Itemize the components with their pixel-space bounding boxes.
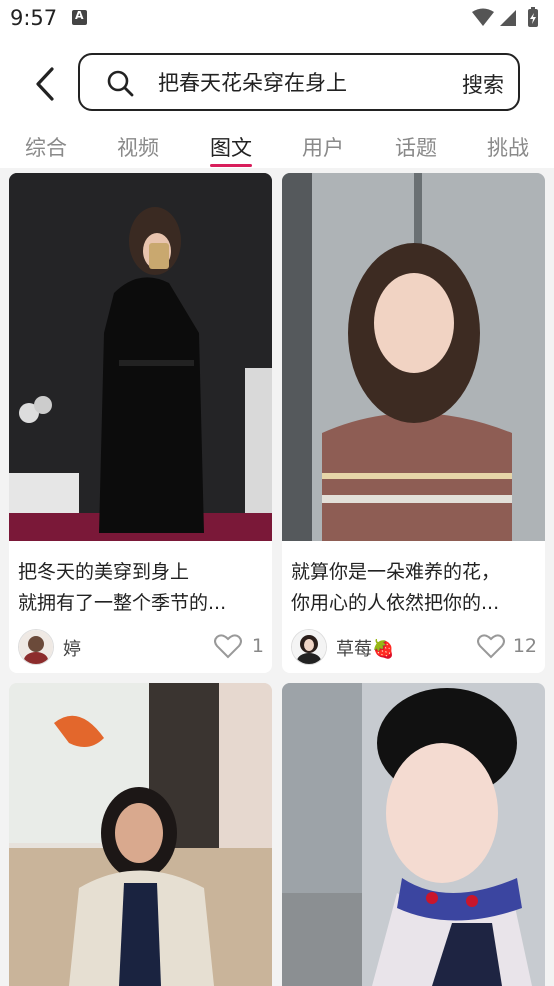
post-image <box>9 173 272 541</box>
author-avatar[interactable] <box>18 629 54 665</box>
post-card[interactable] <box>9 683 272 986</box>
like-button[interactable]: 1 <box>204 633 264 659</box>
search-button[interactable]: 搜索 <box>462 69 504 99</box>
category-tabs: 综合 视频 图文 用户 话题 挑战 <box>0 126 554 167</box>
post-caption: 就算你是一朵难养的花， 你用心的人依然把你的... <box>291 557 536 619</box>
like-button[interactable]: 12 <box>477 633 537 659</box>
caption-line: 你用心的人依然把你的... <box>291 592 500 614</box>
tab-users[interactable]: 用户 <box>288 132 358 162</box>
post-image <box>282 683 545 986</box>
system-icons <box>470 6 544 34</box>
post-image <box>282 173 545 541</box>
notification-icon <box>72 9 87 25</box>
post-card[interactable]: 把冬天的美穿到身上 就拥有了一整个季节的... 婷 1 <box>9 173 272 673</box>
status-time: 9:57 <box>10 6 58 30</box>
tab-video[interactable]: 视频 <box>103 132 173 162</box>
search-input[interactable] <box>158 69 428 95</box>
tab-challenges[interactable]: 挑战 <box>473 132 543 162</box>
active-tab-indicator <box>210 164 252 167</box>
wifi-signal-battery-icon <box>472 7 538 27</box>
caption-line: 就拥有了一整个季节的... <box>18 592 227 614</box>
author-name[interactable]: 婷 <box>63 635 81 661</box>
post-caption: 把冬天的美穿到身上 就拥有了一整个季节的... <box>18 557 263 619</box>
search-box[interactable]: 搜索 <box>78 53 520 111</box>
post-card[interactable]: 就算你是一朵难养的花， 你用心的人依然把你的... 草莓🍓 12 <box>282 173 545 673</box>
caption-line: 把冬天的美穿到身上 <box>18 561 190 583</box>
tab-topics[interactable]: 话题 <box>381 132 451 162</box>
tab-image-text[interactable]: 图文 <box>196 132 266 162</box>
author-avatar[interactable] <box>291 629 327 665</box>
like-count: 1 <box>251 635 264 657</box>
caption-line: 就算你是一朵难养的花， <box>291 561 501 583</box>
post-card[interactable] <box>282 683 545 986</box>
author-name[interactable]: 草莓🍓 <box>336 635 394 661</box>
tab-comprehensive[interactable]: 综合 <box>11 132 81 162</box>
back-button[interactable] <box>30 64 66 104</box>
search-icon <box>106 69 134 101</box>
back-arrow-icon <box>36 67 54 101</box>
like-count: 12 <box>512 635 537 657</box>
heart-icon <box>214 634 242 659</box>
heart-icon <box>477 634 505 659</box>
post-image <box>9 683 272 986</box>
status-bar: 9:57 <box>0 0 554 38</box>
